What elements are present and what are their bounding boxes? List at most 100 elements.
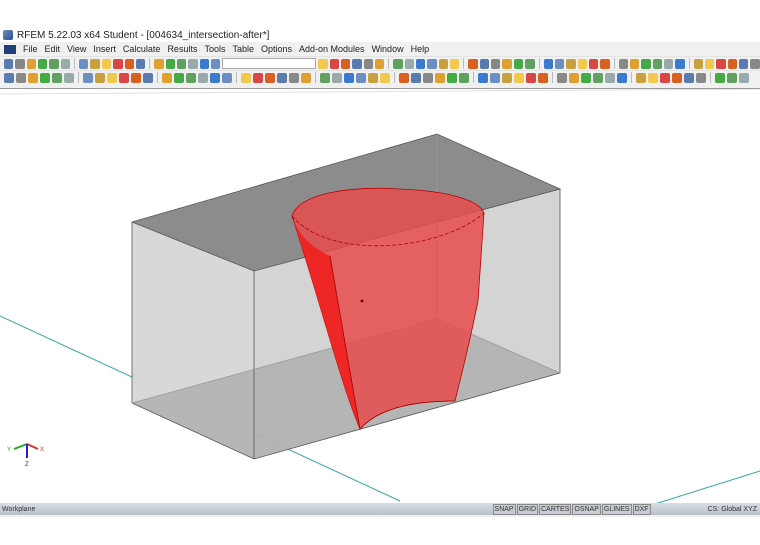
toolbar-tool-icon[interactable] xyxy=(222,72,232,83)
toolbar-tool-icon[interactable] xyxy=(4,58,14,69)
toolbar-tool-icon[interactable] xyxy=(641,58,651,69)
toolbar-tool-icon[interactable] xyxy=(423,72,433,83)
toolbar-tool-icon[interactable] xyxy=(124,58,134,69)
toolbar-tool-icon[interactable] xyxy=(404,58,415,69)
menu-window[interactable]: Window xyxy=(372,44,404,54)
toolbar-tool-icon[interactable] xyxy=(113,58,123,69)
toolbar-tool-icon[interactable] xyxy=(629,58,640,69)
toolbar-tool-icon[interactable] xyxy=(210,58,221,69)
toolbar-tool-icon[interactable] xyxy=(95,72,105,83)
toolbar-tool-icon[interactable] xyxy=(332,72,342,83)
toggle-dxf[interactable]: DXF xyxy=(632,503,651,515)
toggle-cartes[interactable]: CARTES xyxy=(539,503,572,515)
toolbar-tool-icon[interactable] xyxy=(526,72,536,83)
toolbar-tool-icon[interactable] xyxy=(739,58,749,69)
toolbar-tool-icon[interactable] xyxy=(60,58,71,69)
toolbar-tool-icon[interactable] xyxy=(664,58,674,69)
toolbar-tool-icon[interactable] xyxy=(675,58,685,69)
toolbar-tool-icon[interactable] xyxy=(416,58,426,69)
toolbar-tool-icon[interactable] xyxy=(468,58,478,69)
toolbar-tool-icon[interactable] xyxy=(15,58,25,69)
toolbar-tool-icon[interactable] xyxy=(543,58,553,69)
model-graphic[interactable]: Y X Z xyxy=(0,88,760,505)
toolbar-tool-icon[interactable] xyxy=(618,58,628,69)
view-select[interactable] xyxy=(222,58,317,69)
toolbar-tool-icon[interactable] xyxy=(107,72,117,83)
toolbar-tool-icon[interactable] xyxy=(186,72,196,83)
toolbar-tool-icon[interactable] xyxy=(411,72,421,83)
toolbar-tool-icon[interactable] xyxy=(581,72,591,83)
toolbar-tool-icon[interactable] xyxy=(143,72,153,83)
document-menu-icon[interactable] xyxy=(4,44,16,54)
toolbar-tool-icon[interactable] xyxy=(705,58,715,69)
toolbar-tool-icon[interactable] xyxy=(672,72,682,83)
toolbar-tool-icon[interactable] xyxy=(119,72,129,83)
menu-options[interactable]: Options xyxy=(261,44,292,54)
toolbar-tool-icon[interactable] xyxy=(174,72,184,83)
toolbar-tool-icon[interactable] xyxy=(490,72,500,83)
toolbar-tool-icon[interactable] xyxy=(652,58,663,69)
toolbar-tool-icon[interactable] xyxy=(750,58,760,69)
toolbar-tool-icon[interactable] xyxy=(450,58,460,69)
toolbar-tool-icon[interactable] xyxy=(135,58,146,69)
toolbar-tool-icon[interactable] xyxy=(375,58,385,69)
menu-calculate[interactable]: Calculate xyxy=(123,44,161,54)
toolbar-tool-icon[interactable] xyxy=(28,72,38,83)
toolbar-tool-icon[interactable] xyxy=(380,72,390,83)
toolbar-tool-icon[interactable] xyxy=(739,72,749,83)
toolbar-tool-icon[interactable] xyxy=(554,58,565,69)
toolbar-tool-icon[interactable] xyxy=(101,58,112,69)
toolbar-tool-icon[interactable] xyxy=(90,58,100,69)
toolbar-tool-icon[interactable] xyxy=(566,58,576,69)
toolbar-tool-icon[interactable] xyxy=(265,72,275,83)
toolbar-tool-icon[interactable] xyxy=(64,72,74,83)
toolbar-tool-icon[interactable] xyxy=(199,58,209,69)
toolbar-tool-icon[interactable] xyxy=(49,58,59,69)
toolbar-tool-icon[interactable] xyxy=(363,58,374,69)
toolbar-tool-icon[interactable] xyxy=(176,58,187,69)
toolbar-tool-icon[interactable] xyxy=(356,72,366,83)
menu-file[interactable]: File xyxy=(23,44,38,54)
toolbar-tool-icon[interactable] xyxy=(253,72,263,83)
toolbar-tool-icon[interactable] xyxy=(459,72,469,83)
toolbar-tool-icon[interactable] xyxy=(340,58,351,69)
toolbar-tool-icon[interactable] xyxy=(393,58,403,69)
menu-add-on-modules[interactable]: Add-on Modules xyxy=(299,44,365,54)
menu-view[interactable]: View xyxy=(67,44,86,54)
toolbar-tool-icon[interactable] xyxy=(648,72,658,83)
toolbar-tool-icon[interactable] xyxy=(52,72,62,83)
toolbar-tool-icon[interactable] xyxy=(588,58,599,69)
toolbar-tool-icon[interactable] xyxy=(569,72,579,83)
toolbar-tool-icon[interactable] xyxy=(277,72,287,83)
toolbar-tool-icon[interactable] xyxy=(289,72,299,83)
toolbar-tool-icon[interactable] xyxy=(352,58,362,69)
toolbar-tool-icon[interactable] xyxy=(154,58,164,69)
menu-results[interactable]: Results xyxy=(167,44,197,54)
toolbar-tool-icon[interactable] xyxy=(514,72,524,83)
toolbar-tool-icon[interactable] xyxy=(617,72,627,83)
toolbar-tool-icon[interactable] xyxy=(83,72,93,83)
toolbar-tool-icon[interactable] xyxy=(38,58,48,69)
toggle-osnap[interactable]: OSNAP xyxy=(572,503,601,515)
menu-table[interactable]: Table xyxy=(232,44,254,54)
toolbar-tool-icon[interactable] xyxy=(727,72,737,83)
toolbar-tool-icon[interactable] xyxy=(715,72,725,83)
toolbar-tool-icon[interactable] xyxy=(344,72,354,83)
toolbar-tool-icon[interactable] xyxy=(478,72,488,83)
toolbar-tool-icon[interactable] xyxy=(210,72,220,83)
toolbar-tool-icon[interactable] xyxy=(301,72,311,83)
toolbar-tool-icon[interactable] xyxy=(605,72,615,83)
toolbar-tool-icon[interactable] xyxy=(557,72,567,83)
toolbar-tool-icon[interactable] xyxy=(329,58,339,69)
toggle-snap[interactable]: SNAP xyxy=(492,503,516,515)
toolbar-tool-icon[interactable] xyxy=(502,72,512,83)
toolbar-tool-icon[interactable] xyxy=(538,72,548,83)
toolbar-tool-icon[interactable] xyxy=(4,72,14,83)
toolbar-tool-icon[interactable] xyxy=(198,72,208,83)
toolbar-tool-icon[interactable] xyxy=(660,72,670,83)
toolbar-tool-icon[interactable] xyxy=(479,58,490,69)
menu-insert[interactable]: Insert xyxy=(93,44,116,54)
toolbar-tool-icon[interactable] xyxy=(636,72,646,83)
3d-viewport[interactable]: Y X Z xyxy=(0,88,760,505)
toolbar-tool-icon[interactable] xyxy=(716,58,726,69)
